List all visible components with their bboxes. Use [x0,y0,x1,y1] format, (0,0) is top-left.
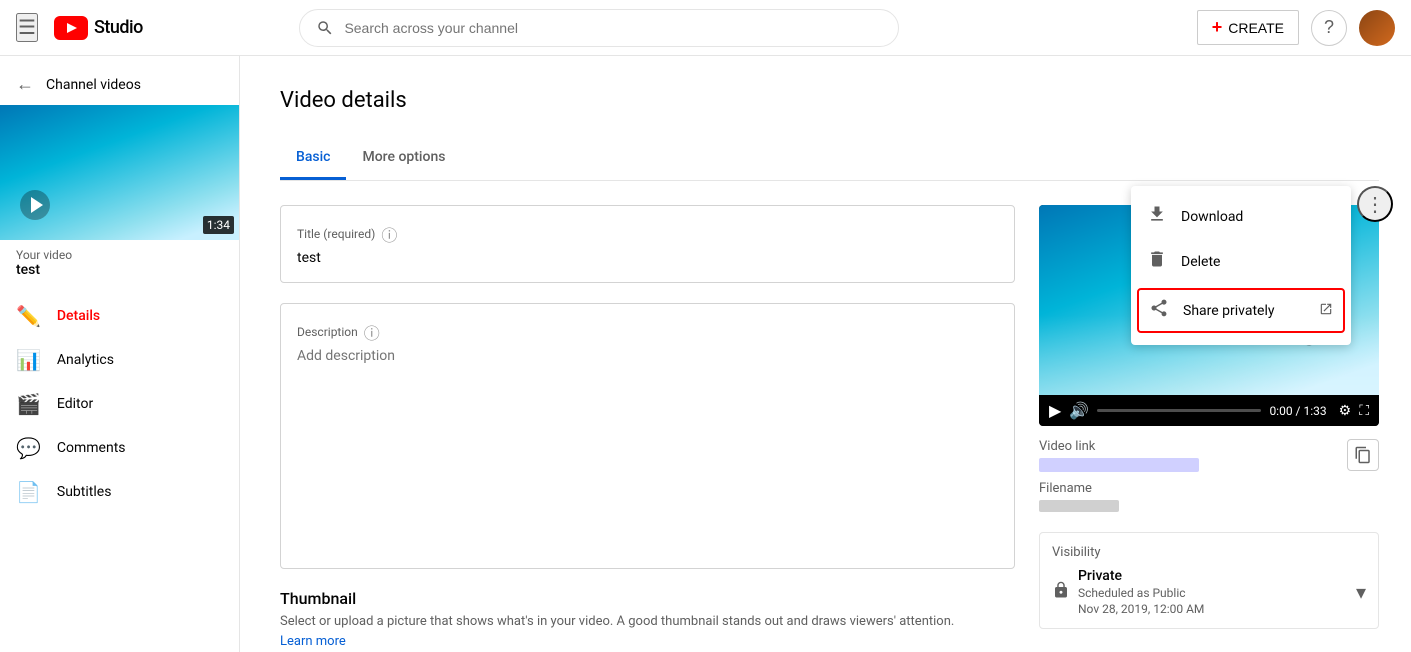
video-meta: Video link Filename [1039,426,1379,524]
hamburger-menu[interactable]: ☰ [16,13,38,42]
title-value: test [297,250,998,266]
video-link-label: Video link [1039,438,1199,472]
sidebar-nav: ✏️ Details 📊 Analytics 🎬 Editor 💬 Commen… [0,294,239,514]
sidebar-item-label: Editor [57,396,93,412]
thumbnail-duration: 1:34 [203,216,234,234]
sidebar-item-label: Details [57,308,100,324]
sidebar-item-label: Subtitles [57,484,112,500]
search-icon [316,19,334,37]
sidebar-item-label: Comments [57,440,126,456]
form-section: Title (required) ⓘ test Description ⓘ Th… [280,205,1015,649]
visibility-info: Private Scheduled as Public Nov 28, 2019… [1078,568,1204,616]
page-title: Video details [280,88,1379,113]
sidebar-video-info: Your video test [0,240,239,286]
share-icon [1149,298,1169,323]
sidebar-video-label: Your video [16,248,223,262]
dropdown-download-label: Download [1181,209,1243,225]
visibility-left: Private Scheduled as Public Nov 28, 2019… [1052,568,1204,616]
sidebar-back-label: Channel videos [46,77,141,93]
sidebar-item-details[interactable]: ✏️ Details [0,294,239,338]
youtube-icon [54,16,88,40]
video-time: 0:00 / 1:33 [1269,404,1326,418]
main-layout: ← Channel videos 1:34 Your video test ✏️… [0,56,1411,652]
video-link-bar [1039,458,1199,472]
sidebar-video-name: test [16,262,223,278]
dropdown-share-label: Share privately [1183,303,1275,319]
more-options-button[interactable]: ⋮ [1357,186,1393,222]
create-button[interactable]: + CREATE [1197,10,1299,45]
sidebar-item-analytics[interactable]: 📊 Analytics [0,338,239,382]
sidebar-item-comments[interactable]: 💬 Comments [0,426,239,470]
dropdown-item-delete[interactable]: Delete [1131,239,1351,284]
thumbnail-section: Thumbnail Select or upload a picture tha… [280,589,1015,649]
search-input[interactable] [344,20,882,36]
visibility-row: Private Scheduled as Public Nov 28, 2019… [1052,568,1366,616]
thumbnail-learn-more[interactable]: Learn more [280,634,346,649]
external-link-icon [1319,302,1333,320]
topnav-right: + CREATE ? [1197,10,1395,46]
create-label: CREATE [1228,20,1284,36]
scheduled-label: Scheduled as Public [1078,586,1204,600]
visibility-header: Visibility [1052,545,1366,560]
pencil-icon: ✏️ [16,304,41,328]
tabs-bar: Basic More options [280,137,1379,181]
search-bar[interactable] [299,9,899,47]
copy-icon [1354,446,1372,464]
dropdown-delete-label: Delete [1181,254,1220,270]
thumbnail-title: Thumbnail [280,589,1015,608]
comments-icon: 💬 [16,436,41,460]
filename-row: Filename [1039,480,1379,512]
desc-label: Description ⓘ [297,320,998,344]
analytics-icon: 📊 [16,348,41,372]
sidebar-item-label: Analytics [57,352,114,368]
video-controls-bar: ▶ 🔊 0:00 / 1:33 ⚙ ⛶ [1039,395,1379,426]
delete-icon [1147,249,1167,274]
create-plus-icon: + [1212,17,1223,38]
volume-button[interactable]: 🔊 [1069,401,1089,420]
filename-bar [1039,500,1119,512]
desc-field-group: Description ⓘ [280,303,1015,569]
fullscreen-icon[interactable]: ⛶ [1359,403,1369,419]
tab-basic[interactable]: Basic [280,137,346,180]
copy-link-button[interactable] [1347,439,1379,471]
dropdown-item-share[interactable]: Share privately [1137,288,1345,333]
dropdown-item-download[interactable]: Download [1131,194,1351,239]
title-field-group: Title (required) ⓘ test [280,205,1015,283]
tab-more-options[interactable]: More options [346,137,461,180]
visibility-name: Private [1078,568,1204,584]
editor-icon: 🎬 [16,392,41,416]
sidebar-item-subtitles[interactable]: 📄 Subtitles [0,470,239,514]
sidebar-thumbnail: 1:34 [0,105,240,240]
visibility-chevron-icon[interactable]: ▾ [1356,580,1366,604]
logo: Studio [54,16,143,40]
subtitles-icon: 📄 [16,480,41,504]
brand-name: Studio [94,17,143,38]
sidebar-back-link[interactable]: ← Channel videos [0,64,239,105]
desc-input[interactable] [297,348,998,548]
thumbnail-desc: Select or upload a picture that shows wh… [280,614,1015,629]
title-label: Title (required) ⓘ [297,222,998,246]
progress-bar[interactable] [1097,409,1261,412]
title-help-icon[interactable]: ⓘ [381,222,397,246]
desc-help-icon[interactable]: ⓘ [364,320,380,344]
top-navigation: ☰ Studio + CREATE ? [0,0,1411,56]
back-arrow-icon: ← [16,74,34,95]
main-content: Video details Basic More options Title (… [240,56,1411,652]
avatar[interactable] [1359,10,1395,46]
sidebar: ← Channel videos 1:34 Your video test ✏️… [0,56,240,652]
download-icon [1147,204,1167,229]
dropdown-menu: Download Delete Share privately [1131,186,1351,345]
play-button[interactable]: ▶ [1049,401,1061,420]
visibility-box: Visibility Private Scheduled as Public [1039,532,1379,629]
video-link-row: Video link [1039,438,1379,472]
private-icon [1052,581,1070,603]
sidebar-item-editor[interactable]: 🎬 Editor [0,382,239,426]
settings-icon[interactable]: ⚙ [1339,403,1352,419]
help-button[interactable]: ? [1311,10,1347,46]
scheduled-date: Nov 28, 2019, 12:00 AM [1078,602,1204,616]
